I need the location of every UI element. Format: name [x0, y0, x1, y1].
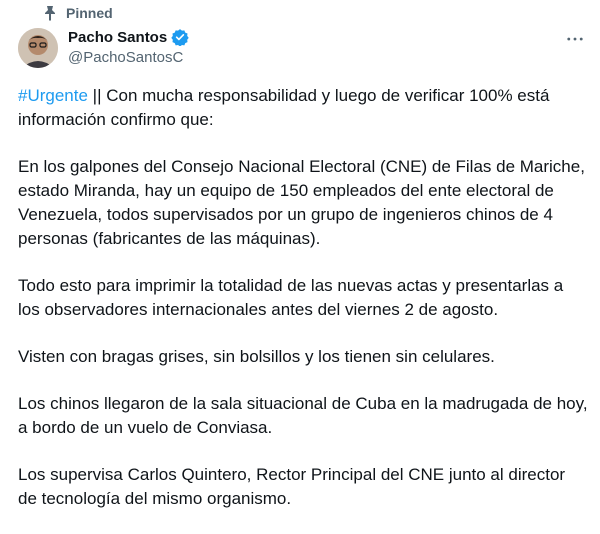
verified-badge-icon: [171, 28, 189, 46]
pinned-indicator: Pinned: [42, 5, 113, 21]
tweet-paragraph-5: Los supervisa Carlos Quintero, Rector Pr…: [18, 465, 566, 508]
more-options-icon[interactable]: [566, 30, 584, 48]
hashtag-link[interactable]: #Urgente: [18, 86, 88, 105]
tweet-paragraph-1: En los galpones del Consejo Nacional Ele…: [18, 157, 585, 248]
intro-text: || Con mucha responsabilidad y luego de …: [18, 86, 550, 129]
pinned-label: Pinned: [66, 5, 113, 21]
tweet-paragraph-3: Visten con bragas grises, sin bolsillos …: [18, 347, 495, 366]
author-info: Pacho Santos @PachoSantosC: [68, 28, 189, 66]
tweet-paragraph-2: Todo esto para imprimir la totalidad de …: [18, 276, 564, 319]
tweet-text: #Urgente || Con mucha responsabilidad y …: [18, 84, 588, 534]
avatar[interactable]: [18, 28, 58, 68]
tweet-paragraph-4: Los chinos llegaron de la sala situacion…: [18, 394, 588, 437]
author-display-name[interactable]: Pacho Santos: [68, 29, 167, 46]
author-handle[interactable]: @PachoSantosC: [68, 49, 189, 66]
pin-icon: [42, 5, 58, 21]
tweet-paragraph-intro: #Urgente || Con mucha responsabilidad y …: [18, 84, 588, 132]
